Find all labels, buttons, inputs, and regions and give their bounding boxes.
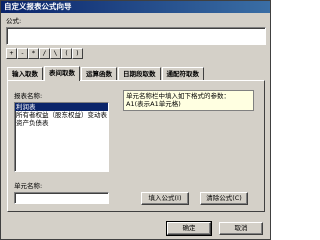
- tab-cross-table-fetch[interactable]: 表间取数: [44, 66, 80, 81]
- list-item[interactable]: 利润表: [15, 103, 108, 111]
- plus-operator-button[interactable]: +: [6, 48, 17, 59]
- hint-box: 单元名称栏中填入如下格式的参数： A1(表示A1单元格): [123, 90, 254, 111]
- list-item[interactable]: 所有者权益（股东权益）变动表: [15, 111, 108, 119]
- divide-operator-button[interactable]: /: [39, 48, 50, 59]
- backslash-operator-button[interactable]: \: [50, 48, 61, 59]
- ok-button[interactable]: 确定: [166, 221, 212, 236]
- open-paren-button[interactable]: (: [61, 48, 72, 59]
- cell-name-label: 单元名称:: [14, 182, 43, 190]
- tab-wildcard-fetch[interactable]: 通配符取数: [161, 67, 204, 80]
- close-paren-button[interactable]: ): [72, 48, 83, 59]
- multiply-operator-button[interactable]: *: [28, 48, 39, 59]
- report-listbox[interactable]: 利润表 所有者权益（股东权益）变动表 资产负债表: [14, 102, 109, 172]
- report-name-label: 报表名称:: [14, 92, 43, 100]
- formula-label: 公式:: [6, 17, 22, 25]
- hint-line-2: A1(表示A1单元格): [126, 100, 181, 108]
- clear-formula-button[interactable]: 清除公式(C): [200, 192, 248, 205]
- cell-name-input[interactable]: [14, 192, 109, 204]
- list-item[interactable]: 资产负债表: [15, 119, 108, 127]
- formula-wizard-dialog: 自定义报表公式向导 公式: + - * / \ ( ) 输入取数 表间取数 运算…: [0, 0, 271, 240]
- minus-operator-button[interactable]: -: [17, 48, 28, 59]
- tab-input-fetch[interactable]: 输入取数: [7, 67, 43, 80]
- cancel-button[interactable]: 取消: [219, 222, 263, 235]
- operator-toolbar: + - * / \ ( ): [6, 48, 83, 59]
- hint-line-1: 单元名称栏中填入如下格式的参数：: [126, 92, 230, 100]
- dialog-title: 自定义报表公式向导: [1, 1, 270, 13]
- tab-functions[interactable]: 运算函数: [81, 67, 117, 80]
- tab-date-range-fetch[interactable]: 日期段取数: [118, 67, 161, 80]
- formula-input[interactable]: [6, 27, 266, 45]
- fill-formula-button[interactable]: 填入公式(I): [141, 192, 189, 205]
- tab-strip: 输入取数 表间取数 运算函数 日期段取数 通配符取数: [7, 66, 205, 81]
